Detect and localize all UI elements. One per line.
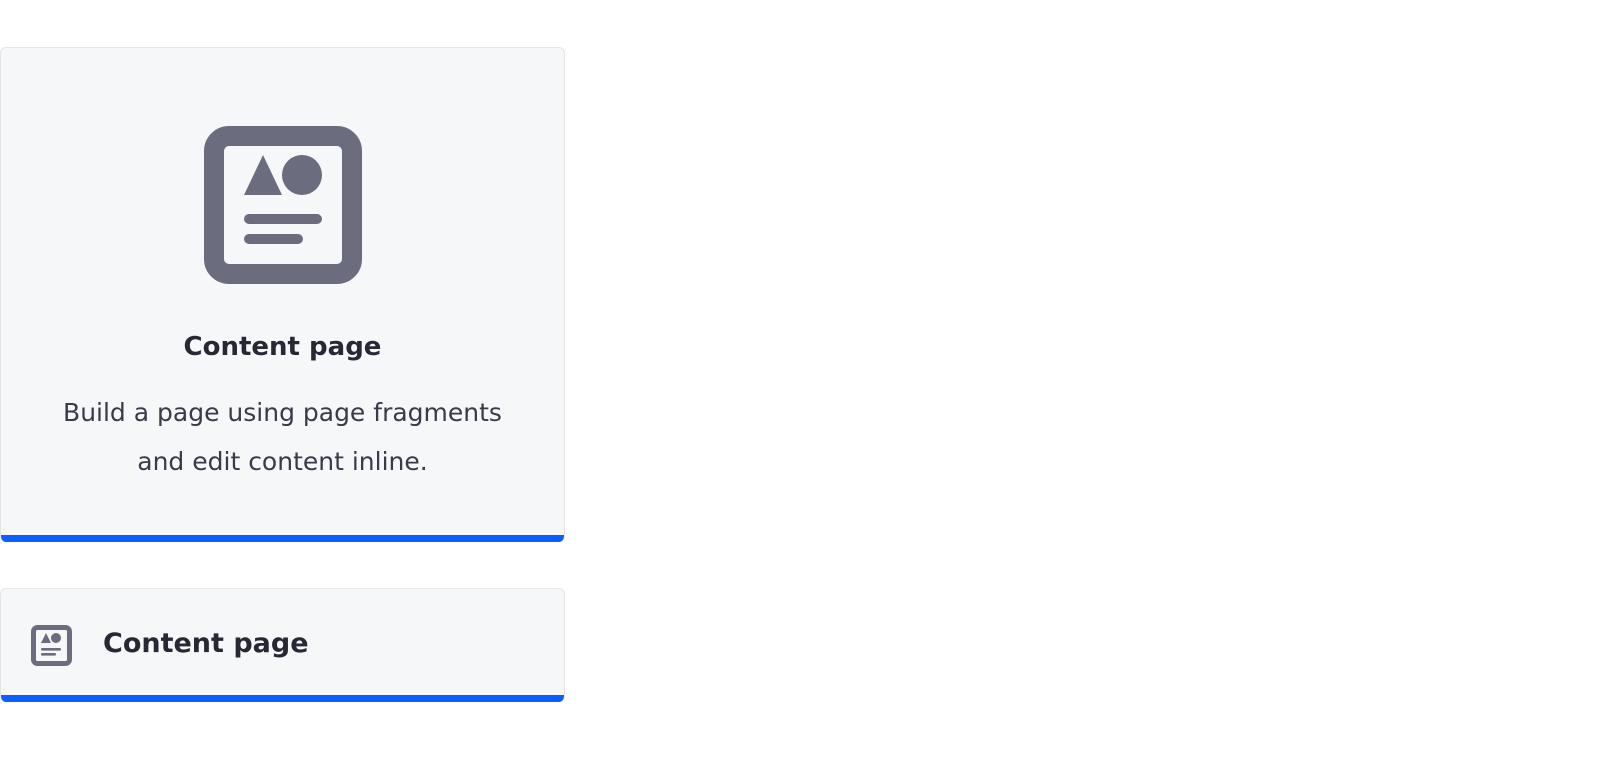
- content-page-card-small[interactable]: Content page: [0, 588, 565, 702]
- content-page-card-large[interactable]: Content page Build a page using page fra…: [0, 47, 565, 542]
- card-title: Content page: [103, 628, 309, 659]
- card-description: Build a page using page fragments and ed…: [63, 398, 502, 476]
- content-page-icon: [204, 126, 362, 284]
- content-page-icon: [31, 625, 72, 666]
- card-accent-bar: [1, 535, 564, 542]
- card-accent-bar: [1, 695, 564, 702]
- card-title: Content page: [183, 332, 382, 362]
